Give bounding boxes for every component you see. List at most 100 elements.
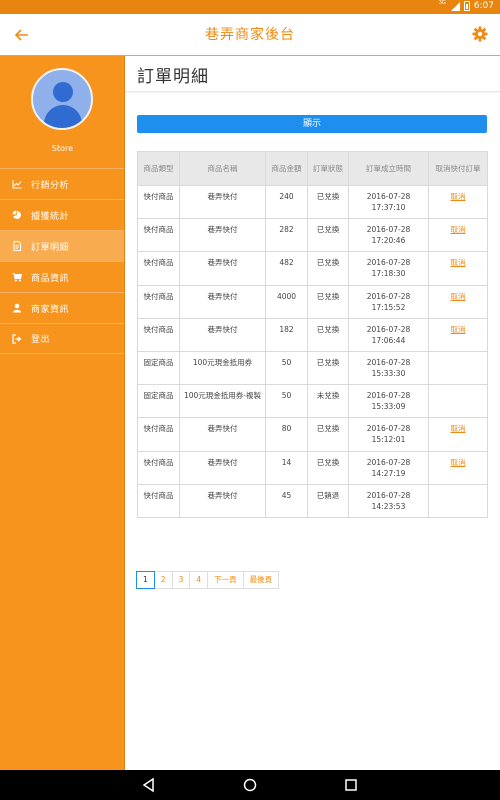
sidebar-item-order-details[interactable]: 訂單明細 — [0, 230, 124, 261]
cell-type: 固定商品 — [137, 350, 180, 386]
column-header-status: 訂單狀態 — [307, 151, 349, 186]
page-4-button[interactable]: 4 — [189, 571, 209, 589]
cell-created-time: 2016-07-28 15:33:09 — [348, 384, 429, 419]
cell-created-time: 2016-07-28 17:37:10 — [348, 184, 429, 220]
cell-type: 快付商品 — [137, 218, 180, 253]
cell-name: 100元現金抵用券-複製 — [179, 384, 266, 419]
sidebar-item-capture-stats[interactable]: 擄獲統計 — [0, 199, 124, 230]
cell-name: 巷弄快付 — [179, 483, 266, 518]
store-name: Store — [51, 144, 74, 153]
cell-created-time: 2016-07-28 14:23:53 — [348, 483, 429, 518]
created-date: 2016-07-28 — [366, 391, 411, 401]
cell-type: 快付商品 — [137, 184, 180, 220]
cancel-order-link[interactable]: 取消 — [451, 424, 466, 433]
cell-amount: 240 — [265, 184, 308, 220]
cell-cancel: 取消 — [428, 417, 488, 452]
created-date: 2016-07-28 — [366, 490, 411, 500]
created-clock-time: 17:06:44 — [371, 335, 406, 345]
cell-cancel: 取消 — [428, 218, 488, 253]
column-header-amount: 商品金額 — [265, 151, 308, 186]
orders-panel: 顯示 商品類型 商品名稱 商品金額 訂單狀態 訂單成立時間 取消快付訂單 快付商… — [125, 93, 500, 770]
cell-name: 100元現金抵用券 — [179, 350, 266, 386]
cell-name: 巷弄快付 — [179, 251, 266, 286]
page-2-button[interactable]: 2 — [153, 571, 173, 589]
cell-type: 快付商品 — [137, 417, 180, 452]
cell-name: 巷弄快付 — [179, 317, 266, 352]
created-date: 2016-07-28 — [366, 357, 411, 367]
cell-status: 已兌換 — [307, 350, 349, 386]
sidebar-item-marketing-analysis[interactable]: 行銷分析 — [0, 168, 124, 199]
table-row: 快付商品 巷弄快付 14 已兌換 2016-07-28 14:27:19 取消 — [137, 450, 488, 485]
battery-icon — [463, 1, 470, 11]
network-type: 3G — [438, 0, 446, 6]
cell-amount: 282 — [265, 218, 308, 253]
created-clock-time: 17:18:30 — [371, 269, 406, 279]
cancel-order-link[interactable]: 取消 — [451, 258, 466, 267]
next-page-button[interactable]: 下一頁 — [207, 571, 244, 589]
page-title: 訂單明細 — [137, 67, 209, 87]
cell-created-time: 2016-07-28 17:15:52 — [348, 284, 429, 319]
document-icon — [12, 241, 22, 251]
logout-icon — [12, 333, 22, 344]
cell-status: 已銷退 — [307, 483, 349, 518]
cell-status: 已兌換 — [307, 417, 349, 452]
sidebar-item-logout[interactable]: 登出 — [0, 323, 124, 354]
nav-recents-icon[interactable] — [343, 777, 359, 793]
cell-cancel — [428, 350, 488, 386]
page-1-button[interactable]: 1 — [136, 571, 155, 589]
cell-name: 巷弄快付 — [179, 417, 266, 452]
table-row: 快付商品 巷弄快付 240 已兌換 2016-07-28 17:37:10 取消 — [137, 184, 488, 220]
avatar[interactable] — [31, 68, 93, 130]
cancel-order-link[interactable]: 取消 — [451, 192, 466, 201]
last-page-button[interactable]: 最後頁 — [242, 571, 280, 589]
created-date: 2016-07-28 — [366, 457, 411, 467]
main-content: 訂單明細 顯示 商品類型 商品名稱 商品金額 訂單狀態 訂單成立時間 取消快付訂… — [125, 56, 500, 770]
gear-icon[interactable] — [472, 26, 488, 42]
table-row: 快付商品 巷弄快付 80 已兌換 2016-07-28 15:12:01 取消 — [137, 417, 488, 452]
sidebar-item-product-info[interactable]: 商品資訊 — [0, 261, 124, 292]
created-clock-time: 14:27:19 — [371, 468, 406, 478]
nav-home-icon[interactable] — [242, 777, 258, 793]
table-row: 快付商品 巷弄快付 4000 已兌換 2016-07-28 17:15:52 取消 — [137, 284, 488, 319]
cell-status: 已兌換 — [307, 218, 349, 253]
cell-created-time: 2016-07-28 15:12:01 — [348, 417, 429, 452]
page-3-button[interactable]: 3 — [171, 571, 191, 589]
cell-name: 巷弄快付 — [179, 284, 266, 319]
cell-status: 已兌換 — [307, 450, 349, 485]
cell-amount: 14 — [265, 450, 308, 485]
cell-cancel: 取消 — [428, 184, 488, 220]
created-clock-time: 15:33:09 — [371, 402, 406, 412]
avatar-head — [53, 82, 73, 102]
user-icon — [12, 303, 22, 313]
table-row: 快付商品 巷弄快付 482 已兌換 2016-07-28 17:18:30 取消 — [137, 251, 488, 286]
created-clock-time: 17:20:46 — [371, 236, 406, 246]
cancel-order-link[interactable]: 取消 — [451, 292, 466, 301]
cell-status: 已兌換 — [307, 284, 349, 319]
sidebar-item-label: 商家資訊 — [31, 304, 70, 315]
nav-back-icon[interactable] — [141, 777, 157, 793]
cell-type: 快付商品 — [137, 251, 180, 286]
column-header-name: 商品名稱 — [179, 151, 266, 186]
app-title: 巷弄商家後台 — [205, 27, 295, 43]
cell-type: 快付商品 — [137, 483, 180, 518]
cancel-order-link[interactable]: 取消 — [451, 458, 466, 467]
created-clock-time: 15:12:01 — [371, 435, 406, 445]
table-header-row: 商品類型 商品名稱 商品金額 訂單狀態 訂單成立時間 取消快付訂單 — [137, 151, 488, 186]
cancel-order-link[interactable]: 取消 — [451, 225, 466, 234]
orders-table: 商品類型 商品名稱 商品金額 訂單狀態 訂單成立時間 取消快付訂單 快付商品 巷弄… — [137, 151, 488, 518]
app-bar: 巷弄商家後台 — [0, 14, 500, 56]
signal-icon — [450, 1, 460, 11]
cell-amount: 45 — [265, 483, 308, 518]
cell-amount: 482 — [265, 251, 308, 286]
cell-status: 已兌換 — [307, 251, 349, 286]
show-button[interactable]: 顯示 — [137, 115, 487, 133]
cell-name: 巷弄快付 — [179, 450, 266, 485]
line-chart-icon — [12, 179, 22, 189]
cancel-order-link[interactable]: 取消 — [451, 325, 466, 334]
navigation-bar — [0, 770, 500, 800]
cell-amount: 80 — [265, 417, 308, 452]
sidebar-item-label: 商品資訊 — [31, 273, 70, 284]
sidebar-item-label: 行銷分析 — [31, 180, 70, 191]
sidebar-item-merchant-info[interactable]: 商家資訊 — [0, 292, 124, 323]
cell-type: 固定商品 — [137, 384, 180, 419]
